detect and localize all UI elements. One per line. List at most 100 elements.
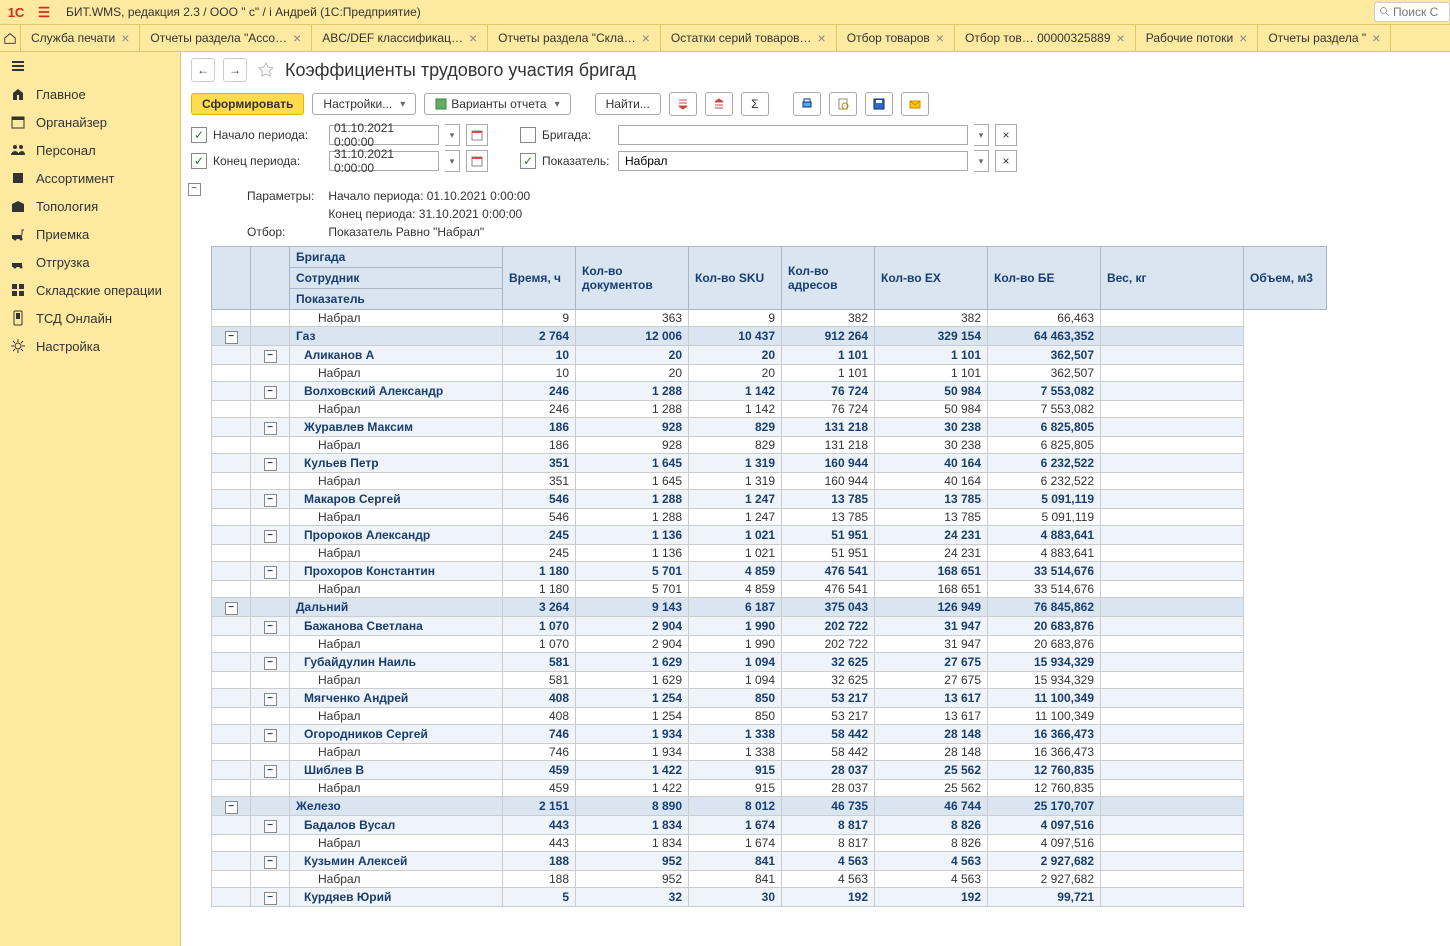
- table-row[interactable]: −Шиблев В4591 42291528 03725 56212 760,8…: [212, 761, 1327, 780]
- form-button[interactable]: Сформировать: [191, 93, 304, 115]
- tab-close-icon[interactable]: ×: [1372, 30, 1380, 46]
- table-row[interactable]: −Бажанова Светлана1 0702 9041 990202 722…: [212, 617, 1327, 636]
- sidebar-item[interactable]: Приемка: [0, 220, 180, 248]
- table-row[interactable]: −Газ2 76412 00610 437912 264329 15464 46…: [212, 327, 1327, 346]
- table-row[interactable]: Набрал1889528414 5634 5632 927,682: [212, 871, 1327, 888]
- table-row[interactable]: Набрал4591 42291528 03725 56212 760,835: [212, 780, 1327, 797]
- sidebar-item[interactable]: Топология: [0, 192, 180, 220]
- tree-toggle[interactable]: −: [264, 422, 277, 435]
- table-row[interactable]: −Кузьмин Алексей1889528414 5634 5632 927…: [212, 852, 1327, 871]
- tab-doc[interactable]: Отбор тов… 00000325889×: [955, 25, 1136, 51]
- tab-close-icon[interactable]: ×: [818, 30, 826, 46]
- table-row[interactable]: −Волховский Александр2461 2881 14276 724…: [212, 382, 1327, 401]
- tab-doc[interactable]: Отчеты раздела "Ассо…×: [140, 25, 312, 51]
- sigma-button[interactable]: Σ: [741, 92, 769, 116]
- tree-toggle[interactable]: −: [264, 856, 277, 869]
- tab-doc[interactable]: Отбор товаров×: [837, 25, 955, 51]
- indicator-checkbox[interactable]: [520, 153, 536, 169]
- table-row[interactable]: −Прохоров Константин1 1805 7014 859476 5…: [212, 562, 1327, 581]
- sidebar-item[interactable]: Персонал: [0, 136, 180, 164]
- tree-toggle[interactable]: −: [264, 892, 277, 905]
- table-row[interactable]: −Макаров Сергей5461 2881 24713 78513 785…: [212, 490, 1327, 509]
- end-checkbox[interactable]: [191, 153, 207, 169]
- sidebar-item[interactable]: ТСД Онлайн: [0, 304, 180, 332]
- brigade-input[interactable]: [623, 127, 963, 143]
- brigade-clear-button[interactable]: ×: [995, 124, 1017, 146]
- tree-toggle[interactable]: −: [225, 331, 238, 344]
- settings-button[interactable]: Настройки...: [312, 93, 416, 115]
- tab-doc[interactable]: ABC/DEF классификац…×: [312, 25, 488, 51]
- start-calendar-button[interactable]: [466, 124, 488, 146]
- global-search[interactable]: [1374, 2, 1450, 22]
- save-button[interactable]: [865, 92, 893, 116]
- sidebar-item[interactable]: Органайзер: [0, 108, 180, 136]
- tab-close-icon[interactable]: ×: [121, 30, 129, 46]
- table-row[interactable]: −Кульев Петр3511 6451 319160 94440 1646 …: [212, 454, 1327, 473]
- tab-close-icon[interactable]: ×: [293, 30, 301, 46]
- table-row[interactable]: Набрал9363938238266,463: [212, 310, 1327, 327]
- table-row[interactable]: −Бадалов Вусал4431 8341 6748 8178 8264 0…: [212, 816, 1327, 835]
- expand-up-button[interactable]: [669, 92, 697, 116]
- report-grid[interactable]: Бригада Время, ч Кол-во документов Кол-в…: [211, 246, 1450, 946]
- table-row[interactable]: Набрал2451 1361 02151 95124 2314 883,641: [212, 545, 1327, 562]
- tab-doc[interactable]: Отчеты раздела "Скла…×: [488, 25, 661, 51]
- table-row[interactable]: −Журавлев Максим186928829131 21830 2386 …: [212, 418, 1327, 437]
- table-row[interactable]: Набрал1020201 1011 101362,507: [212, 365, 1327, 382]
- tree-toggle[interactable]: −: [264, 693, 277, 706]
- end-date-spin[interactable]: ▾: [445, 150, 460, 172]
- table-row[interactable]: −Пророков Александр2451 1361 02151 95124…: [212, 526, 1327, 545]
- tab-close-icon[interactable]: ×: [1239, 30, 1247, 46]
- indicator-input[interactable]: [623, 153, 963, 169]
- table-row[interactable]: Набрал3511 6451 319160 94440 1646 232,52…: [212, 473, 1327, 490]
- table-row[interactable]: Набрал1 0702 9041 990202 72231 94720 683…: [212, 636, 1327, 653]
- start-date-spin[interactable]: ▾: [445, 124, 460, 146]
- table-row[interactable]: Набрал186928829131 21830 2386 825,805: [212, 437, 1327, 454]
- sidebar-item[interactable]: Главное: [0, 80, 180, 108]
- table-row[interactable]: −Железо2 1518 8908 01246 73546 74425 170…: [212, 797, 1327, 816]
- tree-toggle[interactable]: −: [264, 566, 277, 579]
- table-row[interactable]: −Губайдулин Наиль5811 6291 09432 62527 6…: [212, 653, 1327, 672]
- favorite-button[interactable]: [255, 59, 277, 81]
- tree-toggle[interactable]: −: [225, 801, 238, 814]
- table-row[interactable]: Набрал7461 9341 33858 44228 14816 366,47…: [212, 744, 1327, 761]
- table-row[interactable]: Набрал4431 8341 6748 8178 8264 097,516: [212, 835, 1327, 852]
- sidebar-item[interactable]: Настройка: [0, 332, 180, 360]
- preview-button[interactable]: [829, 92, 857, 116]
- search-input[interactable]: [1391, 4, 1445, 20]
- print-button[interactable]: [793, 92, 821, 116]
- tree-toggle[interactable]: −: [264, 530, 277, 543]
- sidebar-item[interactable]: Отгрузка: [0, 248, 180, 276]
- brigade-drop[interactable]: ▾: [974, 124, 989, 146]
- tab-close-icon[interactable]: ×: [936, 30, 944, 46]
- sidebar-item[interactable]: [0, 52, 180, 80]
- tree-toggle[interactable]: −: [264, 657, 277, 670]
- indicator-drop[interactable]: ▾: [974, 150, 989, 172]
- tab-home[interactable]: [0, 25, 21, 51]
- tree-toggle[interactable]: −: [264, 350, 277, 363]
- indicator-select[interactable]: [618, 151, 968, 171]
- expand-down-button[interactable]: [705, 92, 733, 116]
- tab-doc[interactable]: Рабочие потоки×: [1136, 25, 1259, 51]
- email-button[interactable]: [901, 92, 929, 116]
- table-row[interactable]: −Курдяев Юрий5323019219299,721: [212, 888, 1327, 907]
- table-row[interactable]: −Дальний3 2649 1436 187375 043126 94976 …: [212, 598, 1327, 617]
- end-calendar-button[interactable]: [466, 150, 488, 172]
- start-date-input[interactable]: 01.10.2021 0:00:00: [329, 125, 439, 145]
- table-row[interactable]: −Огородников Сергей7461 9341 33858 44228…: [212, 725, 1327, 744]
- indicator-clear-button[interactable]: ×: [995, 150, 1017, 172]
- find-button[interactable]: Найти...: [595, 93, 661, 115]
- tab-close-icon[interactable]: ×: [1117, 30, 1125, 46]
- tree-toggle[interactable]: −: [264, 621, 277, 634]
- sidebar-item[interactable]: Складские операции: [0, 276, 180, 304]
- start-checkbox[interactable]: [191, 127, 207, 143]
- table-row[interactable]: Набрал5811 6291 09432 62527 67515 934,32…: [212, 672, 1327, 689]
- tab-close-icon[interactable]: ×: [642, 30, 650, 46]
- tree-toggle[interactable]: −: [264, 386, 277, 399]
- table-row[interactable]: Набрал2461 2881 14276 72450 9847 553,082: [212, 401, 1327, 418]
- tree-toggle[interactable]: −: [264, 494, 277, 507]
- brigade-select[interactable]: [618, 125, 968, 145]
- tab-doc[interactable]: Остатки серий товаров…×: [661, 25, 837, 51]
- tab-doc[interactable]: Отчеты раздела "×: [1258, 25, 1391, 51]
- tree-toggle[interactable]: −: [264, 820, 277, 833]
- menu-icon[interactable]: [32, 0, 56, 24]
